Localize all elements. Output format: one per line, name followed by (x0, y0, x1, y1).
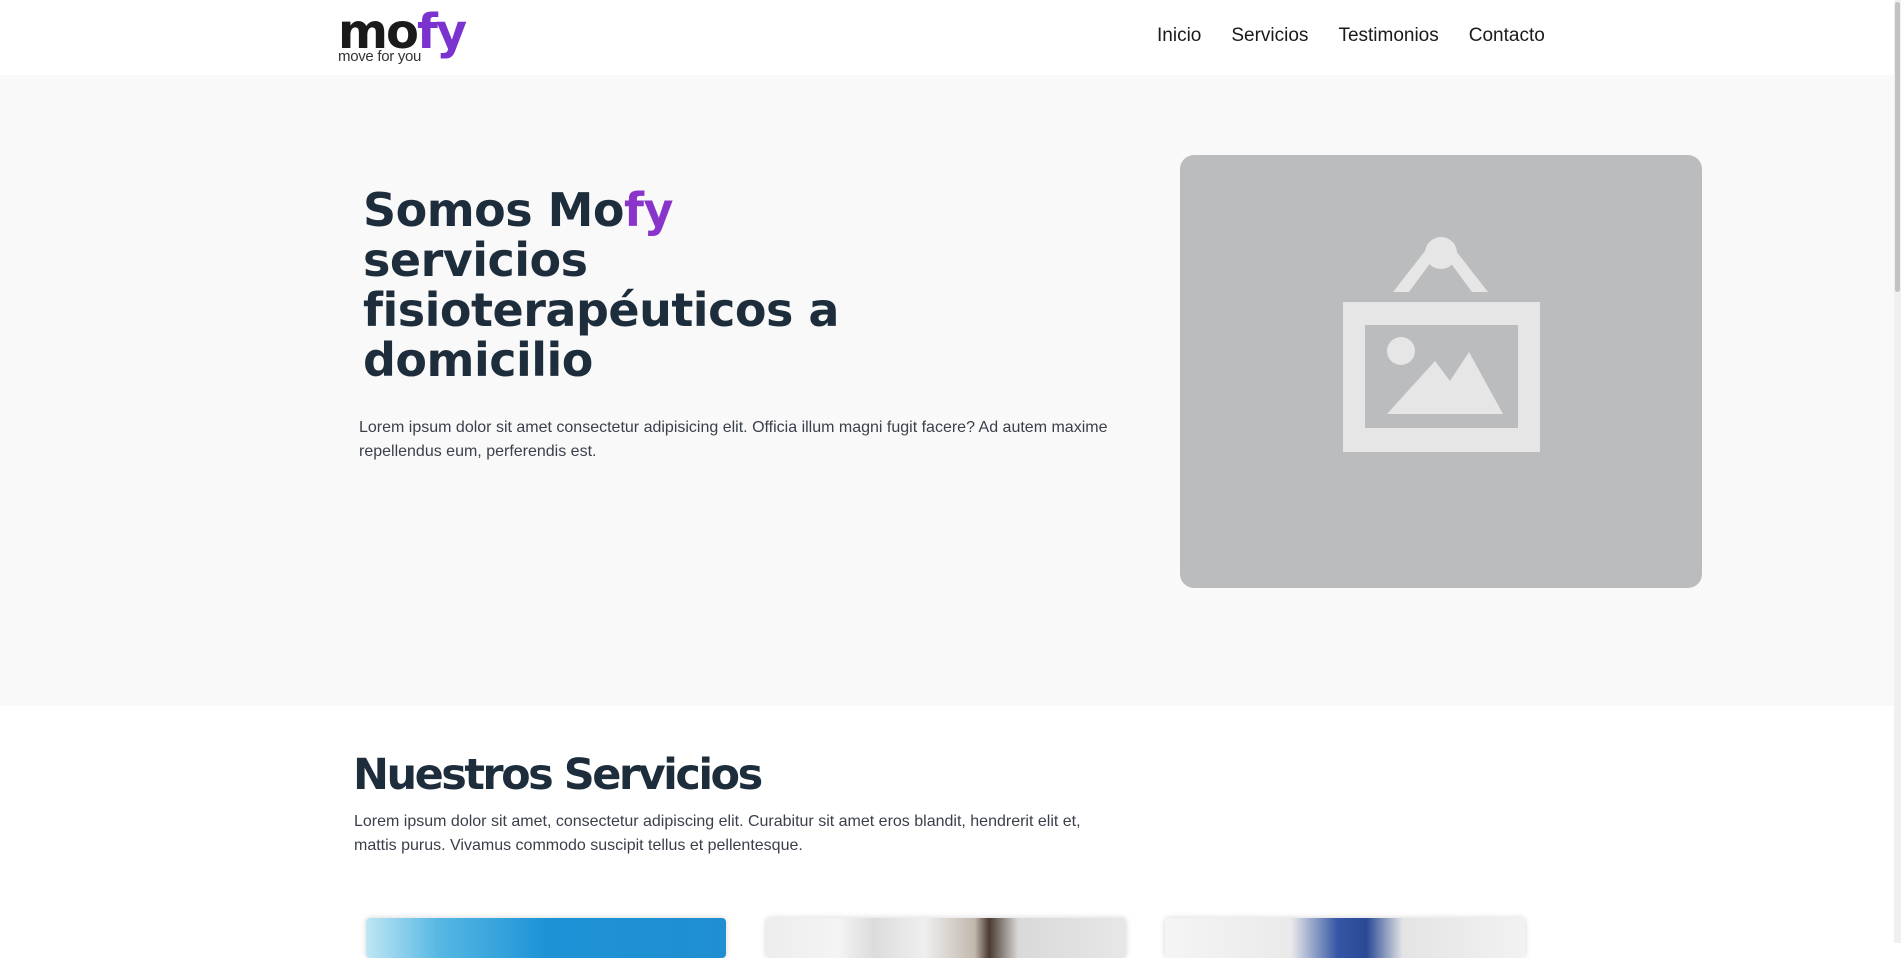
hero-image-placeholder (1180, 155, 1702, 588)
nav-link-contacto[interactable]: Contacto (1469, 24, 1545, 48)
hero-section: Somos Mofy servicios fisioterapéuticos a … (0, 75, 1901, 706)
hero-description: Lorem ipsum dolor sit amet consectetur a… (359, 419, 1108, 460)
image-placeholder-icon (1343, 237, 1540, 452)
service-card-3[interactable] (1165, 918, 1525, 958)
scrollbar-thumb[interactable] (1895, 2, 1900, 292)
nav-link-testimonios[interactable]: Testimonios (1338, 24, 1438, 48)
main-nav: Inicio Servicios Testimonios Contacto (1157, 24, 1545, 48)
mofy-logo[interactable]: mofy move for you (338, 4, 478, 70)
hero-title-part1: Somos Mo (363, 183, 625, 237)
hero-title-accent: fy (624, 183, 674, 237)
services-title: Nuestros Servicios (353, 750, 763, 800)
service-card-1[interactable] (366, 918, 726, 958)
nav-link-servicios[interactable]: Servicios (1231, 24, 1308, 48)
services-description: Lorem ipsum dolor sit amet, consectetur … (354, 813, 1081, 854)
service-card-2[interactable] (766, 918, 1126, 958)
logo-accent-text: fy (417, 4, 467, 60)
logo-tagline: move for you (338, 48, 422, 65)
hero-title-rest: servicios fisioterapéuticos a domicilio (363, 233, 839, 387)
site-header: mofy move for you Inicio Servicios Testi… (0, 0, 1901, 75)
hero-title: Somos Mofy servicios fisioterapéuticos a … (363, 185, 883, 385)
page-scrollbar[interactable] (1894, 0, 1901, 943)
nav-link-inicio[interactable]: Inicio (1157, 24, 1201, 48)
